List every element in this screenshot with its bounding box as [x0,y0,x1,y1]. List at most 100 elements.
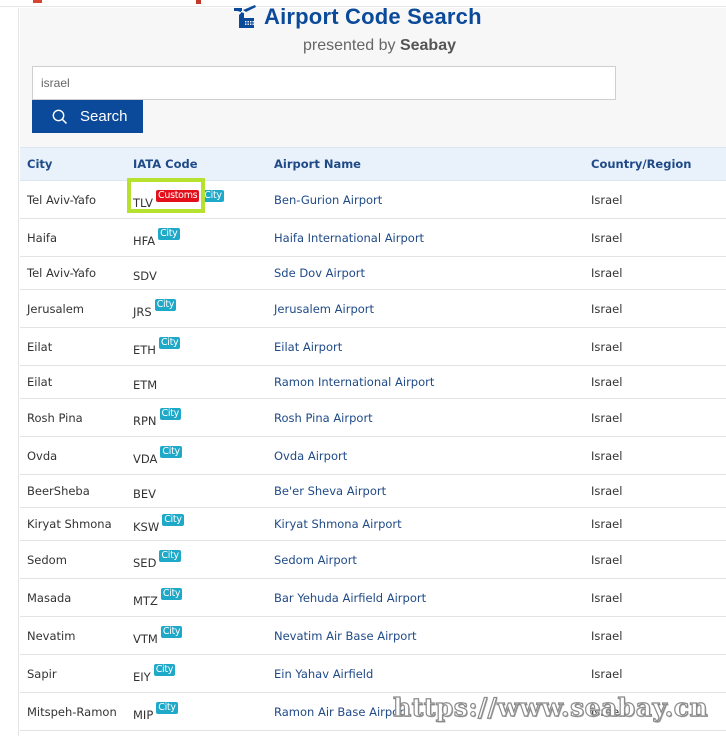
iata-group: SDV [133,264,157,283]
search-icon [52,109,68,124]
airport-link[interactable]: Eilat Airport [274,340,342,354]
table-row: Sapir EIYCity Ein Yahav Airfield Israel [20,654,726,693]
airport-link[interactable]: Rosh Pina Airport [274,411,373,425]
airport-link[interactable]: Ben-Gurion Airport [274,193,382,207]
airport-link[interactable]: Sde Dov Airport [274,266,365,280]
table-row: Masada MTZCity Bar Yehuda Airfield Airport… [20,578,726,617]
iata-code: SDV [133,268,157,283]
airport-link[interactable]: Kiryat Shmona Airport [274,517,402,531]
subtitle-prefix: presented by [303,37,400,54]
airport-link[interactable]: Sedom Airport [274,553,357,567]
airport-link[interactable]: Ramon International Airport [274,375,434,389]
iata-code: EIY [133,669,151,684]
column-header-iata: IATA Code [126,147,267,181]
table-row: Tel Aviv-Yafo SDV Sde Dov Airport Israel [20,256,726,290]
iata-group: ETHCity [133,336,181,357]
cell-iata: KSWCity [126,507,267,541]
cell-country: Israel [584,616,726,655]
iata-group: EIYCity [133,663,176,684]
cell-country: Israel [584,180,726,219]
column-header-city: City [20,147,126,181]
search-button[interactable]: Search [32,100,143,133]
iata-group: SEDCity [133,549,181,570]
city-badge: City [154,298,177,311]
iata-group: HFACity [133,227,180,248]
column-header-airport-name: Airport Name [267,147,584,181]
cell-airport-name: Kiryat Shmona Airport [267,507,584,541]
cell-city: Masada [20,578,126,617]
cell-country: Israel [584,540,726,579]
cell-iata: MIPCity [126,692,267,731]
iata-code: MTZ [133,593,158,608]
cell-country: Israel [584,398,726,437]
iata-group: TLVCustoms City [127,177,224,213]
iata-code: TLV [133,195,154,210]
search-input[interactable] [32,66,616,100]
tab-fragment [33,0,42,3]
cell-city: Eilat [20,327,126,366]
brand-name: Seabay [399,37,456,54]
iata-group: MIPCity [133,701,178,722]
city-badge: City [153,663,176,676]
iata-code: MIP [133,707,154,722]
cell-airport-name: Haifa International Airport [267,218,584,257]
customs-badge: Customs [156,189,200,202]
airport-link[interactable]: Ovda Airport [274,449,347,463]
cell-iata: TLVCustoms City [126,177,267,219]
airport-link[interactable]: Be'er Sheva Airport [274,484,386,498]
page-subtitle: presented by Seabay [303,37,456,55]
table-row: Haifa HFACity Haifa International Airport I… [20,218,726,257]
cell-iata: VDACity [126,436,267,475]
iata-code: VTM [133,631,158,646]
cell-airport-name: Eilat Airport [267,327,584,366]
watermark: https://www.seabay.cn [392,692,709,722]
iata-code: RPN [133,413,157,428]
column-header-country: Country/Region [584,147,726,181]
city-badge: City [158,336,181,349]
cell-iata: ETM [126,365,267,399]
table-row: Sedom SEDCity Sedom Airport Israel [20,540,726,579]
iata-group: ETM [133,373,157,392]
airport-link[interactable]: Nevatim Air Base Airport [274,629,417,643]
cell-city: Mitspeh-Ramon [20,692,126,731]
iata-group: MTZCity [133,587,183,608]
iata-group: VDACity [133,445,182,466]
iata-group: RPNCity [133,407,181,428]
airport-link[interactable]: Ramon Air Base Airport [274,705,408,719]
cell-country: Israel [584,289,726,328]
results-table: City IATA Code Airport Name Country/Regi… [20,147,726,731]
table-row: Nevatim VTMCity Nevatim Air Base Airport Is… [20,616,726,655]
cell-country: Israel [584,578,726,617]
iata-code: BEV [133,486,157,501]
cell-airport-name: Sedom Airport [267,540,584,579]
cell-city: Ovda [20,436,126,475]
airport-link[interactable]: Jerusalem Airport [274,302,374,316]
cell-country: Israel [584,327,726,366]
cell-city: Nevatim [20,616,126,655]
table-header-row: City IATA Code Airport Name Country/Regi… [20,147,726,181]
cell-iata: JRSCity [126,289,267,328]
cell-country: Israel [584,436,726,475]
cell-city: Jerusalem [20,289,126,328]
city-badge: City [160,625,183,638]
cell-city: Kiryat Shmona [20,507,126,541]
iata-code: VDA [133,451,158,466]
iata-code: JRS [133,304,152,319]
cell-city: Tel Aviv-Yafo [20,256,126,290]
airport-link[interactable]: Haifa International Airport [274,231,424,245]
cell-iata: SEDCity [126,540,267,579]
table-row: Eilat ETHCity Eilat Airport Israel [20,327,726,366]
search-button-label: Search [80,108,128,125]
cell-iata: SDV [126,256,267,290]
cell-airport-name: Bar Yehuda Airfield Airport [267,578,584,617]
cell-country: Israel [584,365,726,399]
cell-country: Israel [584,218,726,257]
airport-link[interactable]: Ein Yahav Airfield [274,667,373,681]
table-row: Ovda VDACity Ovda Airport Israel [20,436,726,475]
table-row: BeerSheba BEV Be'er Sheva Airport Israel [20,474,726,508]
airport-link[interactable]: Bar Yehuda Airfield Airport [274,591,426,605]
table-row: Kiryat Shmona KSWCity Kiryat Shmona Airpor… [20,507,726,541]
iata-group: KSWCity [133,514,184,534]
left-gutter [0,8,19,736]
city-badge: City [162,514,184,526]
